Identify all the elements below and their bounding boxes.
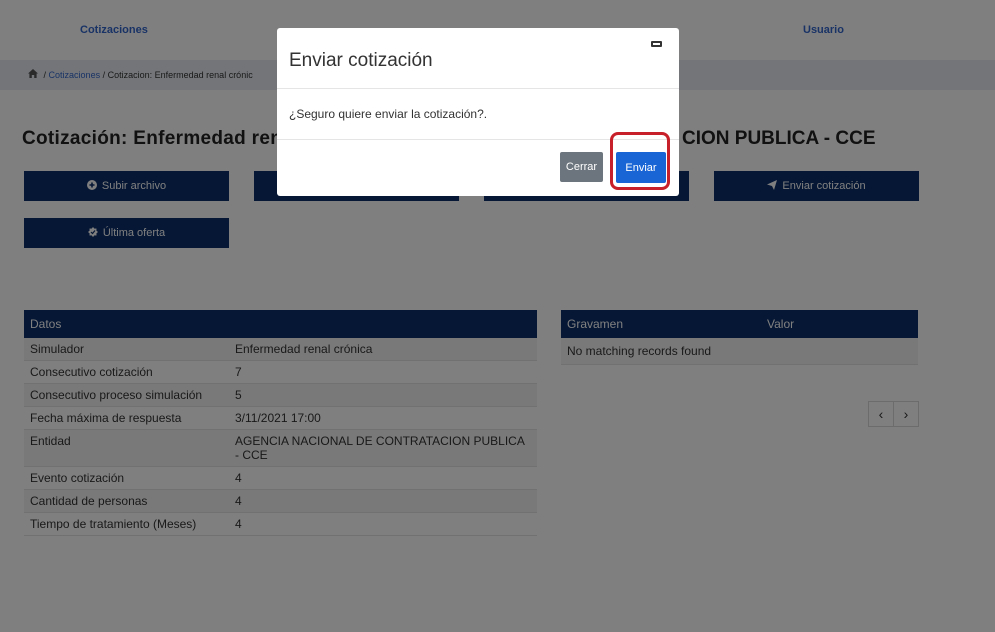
highlight-annotation [610, 132, 670, 190]
close-button[interactable]: Cerrar [560, 152, 603, 182]
dialog-title: Enviar cotización [289, 50, 433, 71]
dialog-message: ¿Seguro quiere enviar la cotización?. [289, 107, 488, 121]
divider [277, 88, 679, 89]
send-quote-dialog: Enviar cotización ¿Seguro quiere enviar … [277, 28, 679, 196]
minimize-icon[interactable] [651, 41, 662, 47]
